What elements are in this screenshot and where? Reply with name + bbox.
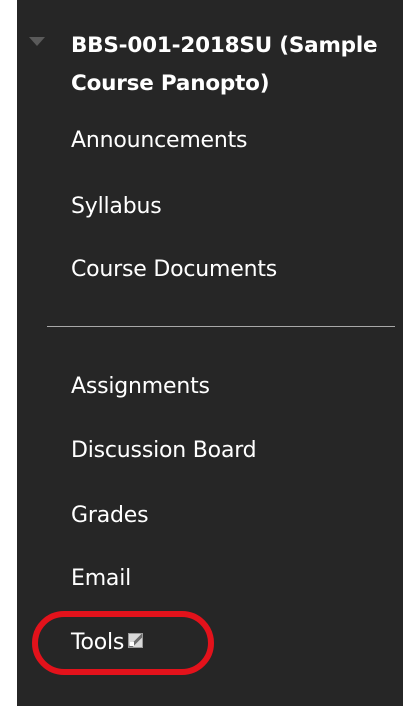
course-menu-panel <box>17 0 403 706</box>
menu-item-syllabus[interactable]: Syllabus <box>71 192 162 222</box>
course-title[interactable]: BBS-001-2018SU (Sample Course Panopto) <box>71 27 391 103</box>
menu-item-discussion-board[interactable]: Discussion Board <box>71 436 257 466</box>
menu-item-tools-label: Tools <box>71 630 125 655</box>
menu-item-tools[interactable]: Tools <box>71 628 144 658</box>
menu-item-email[interactable]: Email <box>71 564 131 594</box>
menu-item-grades[interactable]: Grades <box>71 501 149 531</box>
menu-item-announcements[interactable]: Announcements <box>71 126 248 156</box>
collapse-triangle-icon[interactable] <box>29 37 45 46</box>
menu-divider <box>47 326 395 327</box>
edit-icon <box>128 632 144 648</box>
menu-item-course-documents[interactable]: Course Documents <box>71 255 277 285</box>
menu-item-assignments[interactable]: Assignments <box>71 372 210 402</box>
